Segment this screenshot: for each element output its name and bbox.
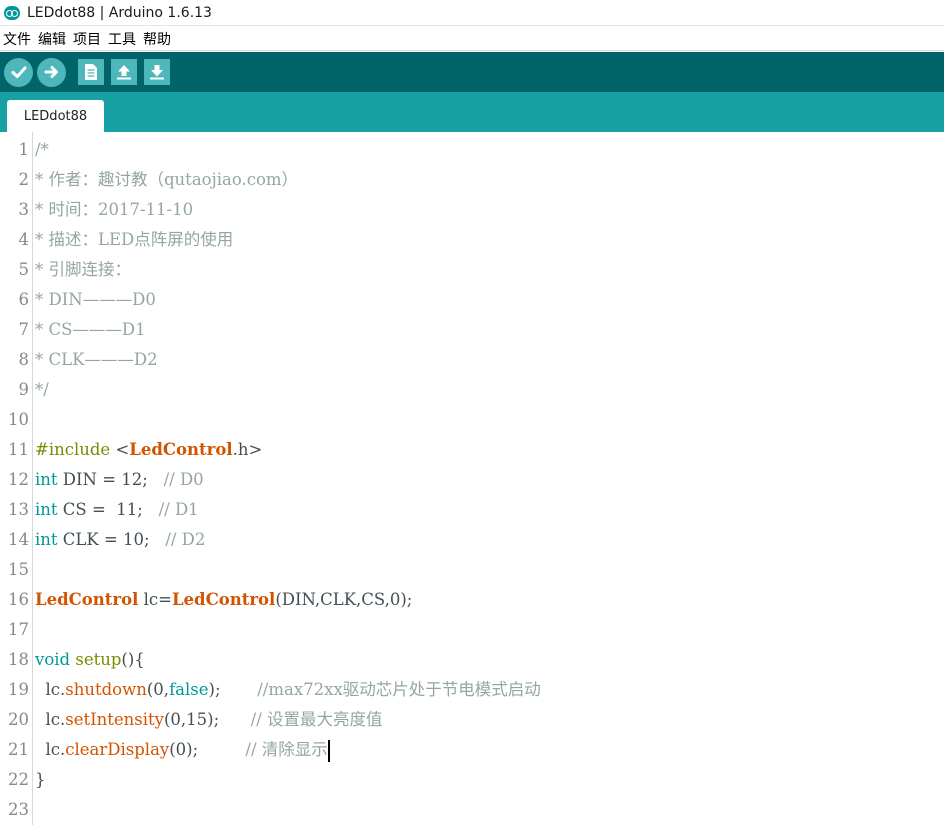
- line-number: 8: [18, 350, 30, 369]
- line-number: 6: [18, 290, 30, 309]
- line-number: 4: [18, 230, 30, 249]
- new-button[interactable]: [78, 59, 104, 85]
- upload-button[interactable]: [37, 57, 66, 87]
- line-number: 9: [18, 380, 30, 399]
- line-number: 21: [8, 740, 29, 759]
- code-line[interactable]: 4 * 描述：LED点阵屏的使用: [0, 225, 944, 255]
- line-number: 16: [8, 590, 29, 609]
- new-icon: [85, 64, 97, 80]
- code-text[interactable]: int DIN = 12; // D0: [35, 465, 204, 495]
- code-line[interactable]: 12 int DIN = 12; // D0: [0, 465, 944, 495]
- code-text[interactable]: * CLK———D2: [35, 345, 158, 375]
- tab-leddot88[interactable]: LEDdot88: [7, 100, 104, 132]
- line-number: 18: [8, 650, 29, 669]
- code-line[interactable]: 19 lc.shutdown(0,false); //max72xx驱动芯片处于…: [0, 675, 944, 705]
- code-text[interactable]: lc.shutdown(0,false); //max72xx驱动芯片处于节电模…: [35, 675, 540, 705]
- code-line[interactable]: 18 void setup(){: [0, 645, 944, 675]
- code-text[interactable]: lc.clearDisplay(0); // 清除显示: [35, 735, 330, 765]
- code-line[interactable]: 15: [0, 555, 944, 585]
- code-text[interactable]: LedControl lc=LedControl(DIN,CLK,CS,0);: [35, 585, 412, 615]
- code-text[interactable]: int CLK = 10; // D2: [35, 525, 205, 555]
- tab-strip: LEDdot88: [0, 92, 944, 132]
- code-line[interactable]: 17: [0, 615, 944, 645]
- line-number: 12: [8, 470, 29, 489]
- code-line[interactable]: 5 * 引脚连接：: [0, 255, 944, 285]
- code-text[interactable]: lc.setIntensity(0,15); // 设置最大亮度值: [35, 705, 382, 735]
- code-line[interactable]: 7 * CS———D1: [0, 315, 944, 345]
- menu-file[interactable]: 文件: [3, 29, 31, 49]
- code-text[interactable]: int CS = 11; // D1: [35, 495, 199, 525]
- code-text[interactable]: */: [35, 375, 49, 405]
- code-line[interactable]: 1 /*: [0, 135, 944, 165]
- line-number: 23: [8, 800, 29, 819]
- code-text[interactable]: void setup(){: [35, 645, 145, 675]
- save-icon: [150, 65, 164, 80]
- line-number: 3: [18, 200, 30, 219]
- code-text[interactable]: * 作者：趣讨教（qutaojiao.com）: [35, 165, 298, 195]
- code-text[interactable]: * 引脚连接：: [35, 255, 131, 285]
- code-line[interactable]: 13 int CS = 11; // D1: [0, 495, 944, 525]
- code-line[interactable]: 20 lc.setIntensity(0,15); // 设置最大亮度值: [0, 705, 944, 735]
- code-text[interactable]: }: [35, 765, 46, 795]
- menu-tools[interactable]: 工具: [108, 29, 136, 49]
- line-number: 1: [18, 140, 30, 159]
- arduino-logo-icon: [4, 5, 20, 20]
- line-number: 17: [8, 620, 29, 639]
- code-text[interactable]: /*: [35, 135, 49, 165]
- code-text[interactable]: * CS———D1: [35, 315, 146, 345]
- open-button[interactable]: [111, 59, 137, 85]
- line-number: 20: [8, 710, 29, 729]
- menu-edit[interactable]: 编辑: [38, 29, 66, 49]
- toolbar: [0, 52, 944, 92]
- save-button[interactable]: [144, 59, 170, 85]
- code-line[interactable]: 14 int CLK = 10; // D2: [0, 525, 944, 555]
- code-line[interactable]: 22}: [0, 765, 944, 795]
- menu-bar: 文件 编辑 项目 工具 帮助: [0, 27, 944, 51]
- upload-icon: [44, 66, 58, 78]
- line-number: 11: [8, 440, 29, 459]
- window-title: LEDdot88 | Arduino 1.6.13: [27, 4, 212, 21]
- text-cursor: [327, 739, 330, 762]
- code-editor[interactable]: 1 /* 2 * 作者：趣讨教（qutaojiao.com） 3 * 时间：2017-11…: [0, 132, 944, 825]
- verify-icon: [11, 66, 26, 78]
- line-number: 5: [18, 260, 30, 279]
- code-text[interactable]: * DIN———D0: [35, 285, 156, 315]
- line-number: 19: [8, 680, 29, 699]
- code-line[interactable]: 16 LedControl lc=LedControl(DIN,CLK,CS,0)…: [0, 585, 944, 615]
- code-line[interactable]: 9 */: [0, 375, 944, 405]
- open-icon: [117, 65, 131, 80]
- line-number: 2: [18, 170, 30, 189]
- line-number: 13: [8, 500, 29, 519]
- menu-help[interactable]: 帮助: [143, 29, 171, 49]
- code-text[interactable]: * 描述：LED点阵屏的使用: [35, 225, 233, 255]
- line-number: 14: [8, 530, 29, 549]
- code-line[interactable]: 23: [0, 795, 944, 825]
- line-number: 15: [8, 560, 29, 579]
- line-number: 22: [8, 770, 29, 789]
- code-line[interactable]: 21 lc.clearDisplay(0); // 清除显示: [0, 735, 944, 765]
- code-text[interactable]: * 时间：2017-11-10: [35, 195, 193, 225]
- code-text[interactable]: #include <LedControl.h>: [35, 435, 262, 465]
- line-number: 7: [18, 320, 30, 339]
- line-number: 10: [8, 410, 29, 429]
- code-line[interactable]: 11 #include <LedControl.h>: [0, 435, 944, 465]
- code-line[interactable]: 10: [0, 405, 944, 435]
- code-line[interactable]: 3 * 时间：2017-11-10: [0, 195, 944, 225]
- title-bar: LEDdot88 | Arduino 1.6.13: [0, 0, 944, 26]
- verify-button[interactable]: [4, 57, 33, 87]
- code-line[interactable]: 8 * CLK———D2: [0, 345, 944, 375]
- code-line[interactable]: 2 * 作者：趣讨教（qutaojiao.com）: [0, 165, 944, 195]
- code-line[interactable]: 6 * DIN———D0: [0, 285, 944, 315]
- menu-sketch[interactable]: 项目: [73, 29, 101, 49]
